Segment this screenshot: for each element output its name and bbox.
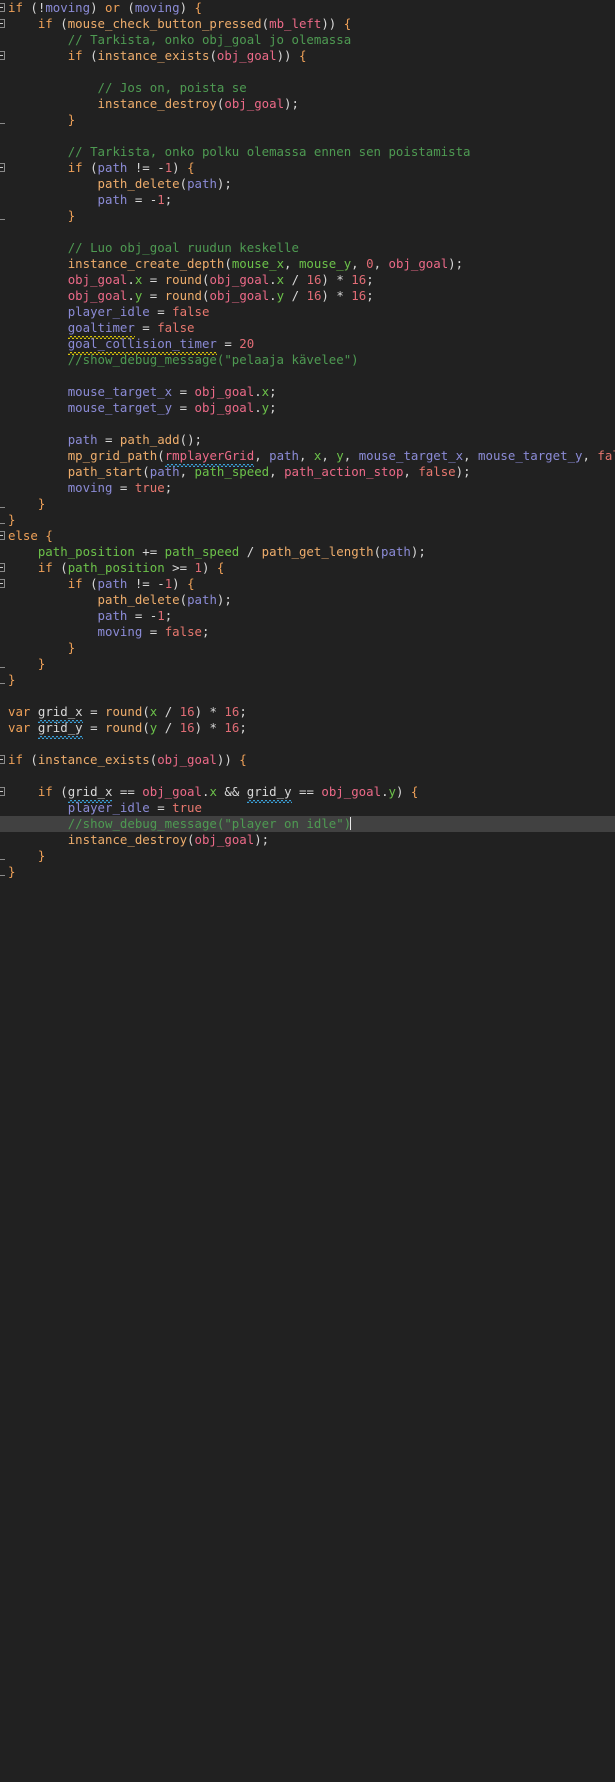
code-line[interactable]: // Tarkista, onko obj_goal jo olemassa	[0, 32, 615, 48]
code-line[interactable]: if (instance_exists(obj_goal)) {	[0, 48, 615, 64]
code-line[interactable]: if (instance_exists(obj_goal)) {	[0, 752, 615, 768]
code-line[interactable]: path_position += path_speed / path_get_l…	[0, 544, 615, 560]
code-line[interactable]: path_delete(path);	[0, 592, 615, 608]
code-line[interactable]: path_start(path, path_speed, path_action…	[0, 464, 615, 480]
code-line[interactable]: player_idle = true	[0, 800, 615, 816]
code-line[interactable]	[0, 416, 615, 432]
code-line[interactable]: }	[0, 512, 615, 528]
code-line[interactable]: path = -1;	[0, 608, 615, 624]
code-line[interactable]: }	[0, 496, 615, 512]
code-line[interactable]: instance_destroy(obj_goal);	[0, 96, 615, 112]
code-line[interactable]: path = path_add();	[0, 432, 615, 448]
code-line[interactable]: var grid_y = round(y / 16) * 16;	[0, 720, 615, 739]
code-line[interactable]: // Luo obj_goal ruudun keskelle	[0, 240, 615, 256]
code-line[interactable]: }	[0, 656, 615, 672]
code-line[interactable]: }	[0, 864, 615, 880]
code-line[interactable]: // Tarkista, onko polku olemassa ennen s…	[0, 144, 615, 160]
code-line[interactable]: }	[0, 848, 615, 864]
code-line[interactable]: }	[0, 208, 615, 224]
code-line[interactable]: if (path_position >= 1) {	[0, 560, 615, 576]
code-line[interactable]	[0, 688, 615, 704]
code-line[interactable]: }	[0, 672, 615, 688]
code-line[interactable]	[0, 64, 615, 80]
diagnostic-grid-y-use: grid_y	[246, 784, 292, 803]
code-line[interactable]: else {	[0, 528, 615, 544]
code-line[interactable]: obj_goal.x = round(obj_goal.x / 16) * 16…	[0, 272, 615, 288]
code-line[interactable]: }	[0, 640, 615, 656]
code-line[interactable]: // Jos on, poista se	[0, 80, 615, 96]
diagnostic-goal-collision-timer: goal_collision_timer	[67, 336, 218, 355]
code-line[interactable]	[0, 768, 615, 784]
code-line[interactable]: goaltimer = false	[0, 320, 615, 339]
code-line[interactable]: }	[0, 112, 615, 128]
code-line[interactable]: moving = true;	[0, 480, 615, 496]
code-line[interactable]: if (path != -1) {	[0, 160, 615, 176]
code-line[interactable]: if (path != -1) {	[0, 576, 615, 592]
code-line[interactable]: mouse_target_y = obj_goal.y;	[0, 400, 615, 416]
code-editor[interactable]: if (!moving) or (moving) { if (mouse_che…	[0, 0, 615, 891]
diagnostic-rmplayergrid: rmplayerGrid	[164, 448, 255, 467]
text-caret	[350, 817, 352, 830]
code-line[interactable]: goal_collision_timer = 20	[0, 336, 615, 355]
code-line[interactable]	[0, 368, 615, 384]
code-line[interactable]: mouse_target_x = obj_goal.x;	[0, 384, 615, 400]
code-line[interactable]	[0, 128, 615, 144]
code-line[interactable]: path = -1;	[0, 192, 615, 208]
code-line[interactable]: moving = false;	[0, 624, 615, 640]
diagnostic-grid-x-decl: grid_x	[37, 704, 83, 723]
code-line[interactable]	[0, 224, 615, 240]
code-line[interactable]: if (grid_x == obj_goal.x && grid_y == ob…	[0, 784, 615, 803]
code-surface[interactable]: if (!moving) or (moving) { if (mouse_che…	[0, 0, 615, 891]
current-code-line[interactable]: //show_debug_message("player on idle")	[0, 816, 615, 832]
code-line[interactable]: mp_grid_path(rmplayerGrid, path, x, y, m…	[0, 448, 615, 467]
diagnostic-goaltimer: goaltimer	[67, 320, 135, 339]
code-line[interactable]: obj_goal.y = round(obj_goal.y / 16) * 16…	[0, 288, 615, 304]
code-line[interactable]: instance_destroy(obj_goal);	[0, 832, 615, 848]
diagnostic-grid-x-use: grid_x	[67, 784, 113, 803]
code-line[interactable]: //show_debug_message("pelaaja kävelee")	[0, 352, 615, 368]
code-line[interactable]: var grid_x = round(x / 16) * 16;	[0, 704, 615, 723]
code-line[interactable]: player_idle = false	[0, 304, 615, 320]
code-line[interactable]: instance_create_depth(mouse_x, mouse_y, …	[0, 256, 615, 272]
code-line[interactable]	[0, 736, 615, 752]
code-line[interactable]: if (mouse_check_button_pressed(mb_left))…	[0, 16, 615, 32]
code-line[interactable]: if (!moving) or (moving) {	[0, 0, 615, 16]
diagnostic-grid-y-decl: grid_y	[37, 720, 83, 739]
code-line[interactable]: path_delete(path);	[0, 176, 615, 192]
